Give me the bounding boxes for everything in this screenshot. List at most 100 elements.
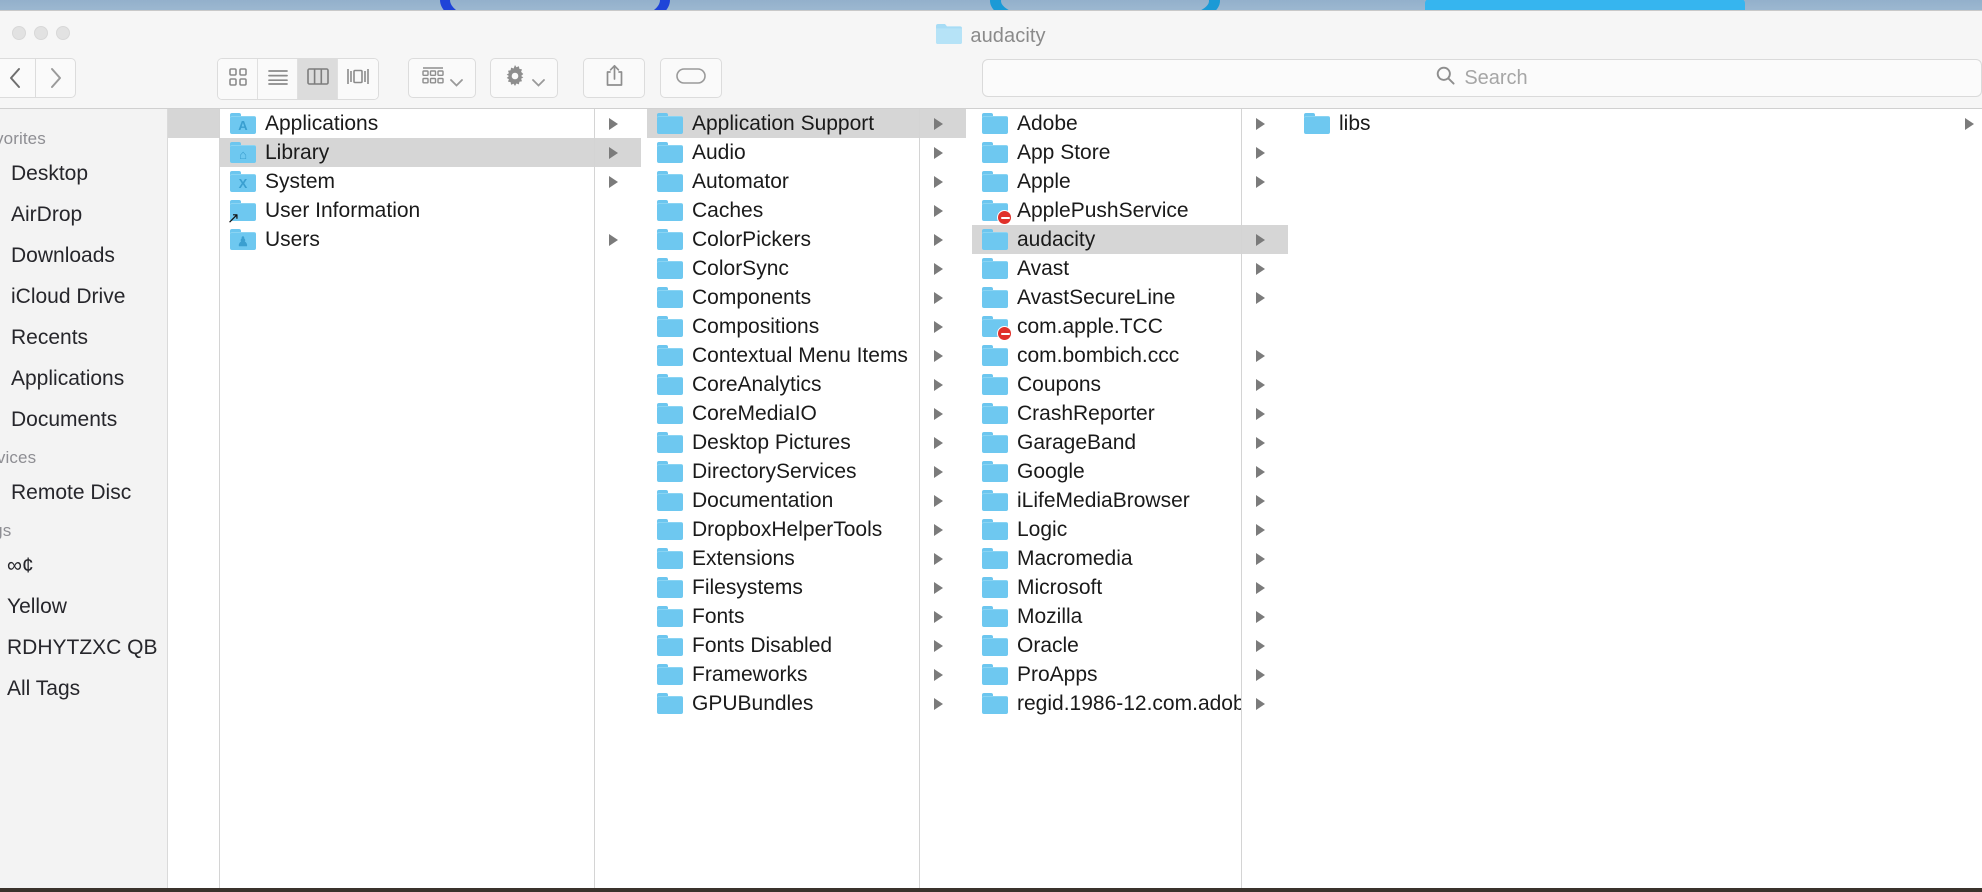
disclosure-arrow-icon[interactable] xyxy=(934,697,943,710)
file-row[interactable]: DropboxHelperTools xyxy=(647,515,919,544)
disclosure-arrow-icon[interactable] xyxy=(1256,233,1265,246)
disclosure-arrow-icon[interactable] xyxy=(1256,581,1265,594)
disclosure-arrow-icon[interactable] xyxy=(934,610,943,623)
list-view-button[interactable] xyxy=(258,59,298,99)
file-row[interactable]: Avast xyxy=(972,254,1241,283)
disclosure-arrow-icon[interactable] xyxy=(934,320,943,333)
column-audacity[interactable]: libs xyxy=(1242,109,1982,888)
file-row[interactable]: Components xyxy=(647,283,919,312)
disclosure-arrow-icon[interactable] xyxy=(609,146,618,159)
file-row[interactable]: ⌂ Library xyxy=(220,138,594,167)
back-button[interactable] xyxy=(0,58,35,98)
file-row[interactable]: GPUBundles xyxy=(647,689,919,718)
column-browser[interactable]: A Applications ⌂ Library X System ↗ User Inform… xyxy=(168,109,1982,888)
file-row[interactable]: Automator xyxy=(647,167,919,196)
file-row[interactable]: Apple xyxy=(972,167,1241,196)
disclosure-arrow-icon[interactable] xyxy=(1256,146,1265,159)
disclosure-arrow-icon[interactable] xyxy=(934,233,943,246)
file-row[interactable]: ApplePushService xyxy=(972,196,1241,225)
file-row[interactable]: AvastSecureLine xyxy=(972,283,1241,312)
gallery-view-button[interactable] xyxy=(338,59,378,99)
disclosure-arrow-icon[interactable] xyxy=(934,581,943,594)
disclosure-arrow-icon[interactable] xyxy=(1256,378,1265,391)
sidebar-item-all-tags[interactable]: All Tags xyxy=(0,668,167,709)
disclosure-arrow-icon[interactable] xyxy=(934,175,943,188)
file-row[interactable]: Oracle xyxy=(972,631,1241,660)
file-row[interactable]: Mozilla xyxy=(972,602,1241,631)
sidebar-item-applications[interactable]: Applications xyxy=(0,358,167,399)
sidebar-item-[interactable]: ∞¢ xyxy=(0,545,167,586)
file-row[interactable]: Caches xyxy=(647,196,919,225)
disclosure-arrow-icon[interactable] xyxy=(934,639,943,652)
disclosure-arrow-icon[interactable] xyxy=(934,494,943,507)
disclosure-arrow-icon[interactable] xyxy=(934,204,943,217)
disclosure-arrow-icon[interactable] xyxy=(1256,552,1265,565)
file-row[interactable]: CrashReporter xyxy=(972,399,1241,428)
tags-button[interactable] xyxy=(660,58,722,98)
disclosure-arrow-icon[interactable] xyxy=(1256,697,1265,710)
file-row[interactable]: ProApps xyxy=(972,660,1241,689)
file-row[interactable]: Audio xyxy=(647,138,919,167)
disclosure-arrow-icon[interactable] xyxy=(934,668,943,681)
sidebar-item-yellow[interactable]: Yellow xyxy=(0,586,167,627)
disclosure-arrow-icon[interactable] xyxy=(934,407,943,420)
disclosure-arrow-icon[interactable] xyxy=(1256,494,1265,507)
disclosure-arrow-icon[interactable] xyxy=(1256,262,1265,275)
file-row[interactable]: Documentation xyxy=(647,486,919,515)
file-row[interactable]: CoreAnalytics xyxy=(647,370,919,399)
file-row[interactable]: Application Support xyxy=(647,109,919,138)
file-row[interactable]: Contextual Menu Items xyxy=(647,341,919,370)
file-row[interactable]: com.bombich.ccc xyxy=(972,341,1241,370)
disclosure-arrow-icon[interactable] xyxy=(609,175,618,188)
window-titlebar[interactable]: audacity xyxy=(0,11,1982,55)
disclosure-arrow-icon[interactable] xyxy=(1256,407,1265,420)
file-row[interactable]: ♟ Users xyxy=(220,225,594,254)
file-row[interactable]: X System xyxy=(220,167,594,196)
disclosure-arrow-icon[interactable] xyxy=(1256,523,1265,536)
disclosure-arrow-icon[interactable] xyxy=(1256,349,1265,362)
file-row[interactable]: libs xyxy=(1294,109,1982,138)
disclosure-arrow-icon[interactable] xyxy=(1256,639,1265,652)
disclosure-arrow-icon[interactable] xyxy=(934,117,943,130)
sidebar-item-downloads[interactable]: Downloads xyxy=(0,235,167,276)
disclosure-arrow-icon[interactable] xyxy=(1256,465,1265,478)
file-row[interactable]: Extensions xyxy=(647,544,919,573)
file-row[interactable]: Adobe xyxy=(972,109,1241,138)
disclosure-arrow-icon[interactable] xyxy=(1256,436,1265,449)
arrange-button[interactable] xyxy=(408,58,476,98)
sidebar-item-desktop[interactable]: Desktop xyxy=(0,153,167,194)
sidebar-item-recents[interactable]: Recents xyxy=(0,317,167,358)
disclosure-arrow-icon[interactable] xyxy=(1256,291,1265,304)
file-row[interactable]: GarageBand xyxy=(972,428,1241,457)
file-row[interactable]: ↗ User Information xyxy=(220,196,594,227)
icon-view-button[interactable] xyxy=(218,59,258,99)
column-library[interactable]: Application Support Audio Automator Caches C… xyxy=(595,109,920,888)
file-row[interactable]: Compositions xyxy=(647,312,919,341)
finder-sidebar[interactable]: Favorites Desktop AirDrop Downloads iCloud D… xyxy=(0,109,168,888)
navigation-buttons[interactable] xyxy=(0,58,76,98)
file-row[interactable]: audacity xyxy=(972,225,1241,254)
file-row[interactable]: Microsoft xyxy=(972,573,1241,602)
column-root[interactable]: A Applications ⌂ Library X System ↗ User Inform… xyxy=(220,109,595,888)
file-row[interactable]: Fonts Disabled xyxy=(647,631,919,660)
sidebar-item-icloud-drive[interactable]: iCloud Drive xyxy=(0,276,167,317)
file-row[interactable]: App Store xyxy=(972,138,1241,167)
file-row[interactable]: Google xyxy=(972,457,1241,486)
disclosure-arrow-icon[interactable] xyxy=(934,436,943,449)
disclosure-arrow-icon[interactable] xyxy=(934,349,943,362)
file-row[interactable]: ColorPickers xyxy=(647,225,919,254)
disclosure-arrow-icon[interactable] xyxy=(934,552,943,565)
sidebar-item-rdhytzxc-qb[interactable]: RDHYTZXC QB xyxy=(0,627,167,668)
view-mode-group[interactable] xyxy=(217,58,379,100)
search-field[interactable]: Search xyxy=(982,59,1982,97)
share-button[interactable] xyxy=(583,58,645,98)
file-row[interactable]: iLifeMediaBrowser xyxy=(972,486,1241,515)
disclosure-arrow-icon[interactable] xyxy=(1256,668,1265,681)
file-row[interactable]: Coupons xyxy=(972,370,1241,399)
column-parent-stub[interactable] xyxy=(168,109,220,888)
disclosure-arrow-icon[interactable] xyxy=(1256,175,1265,188)
disclosure-arrow-icon[interactable] xyxy=(934,465,943,478)
file-row[interactable]: ColorSync xyxy=(647,254,919,283)
disclosure-arrow-icon[interactable] xyxy=(609,233,618,246)
sidebar-item-remote-disc[interactable]: Remote Disc xyxy=(0,472,167,513)
